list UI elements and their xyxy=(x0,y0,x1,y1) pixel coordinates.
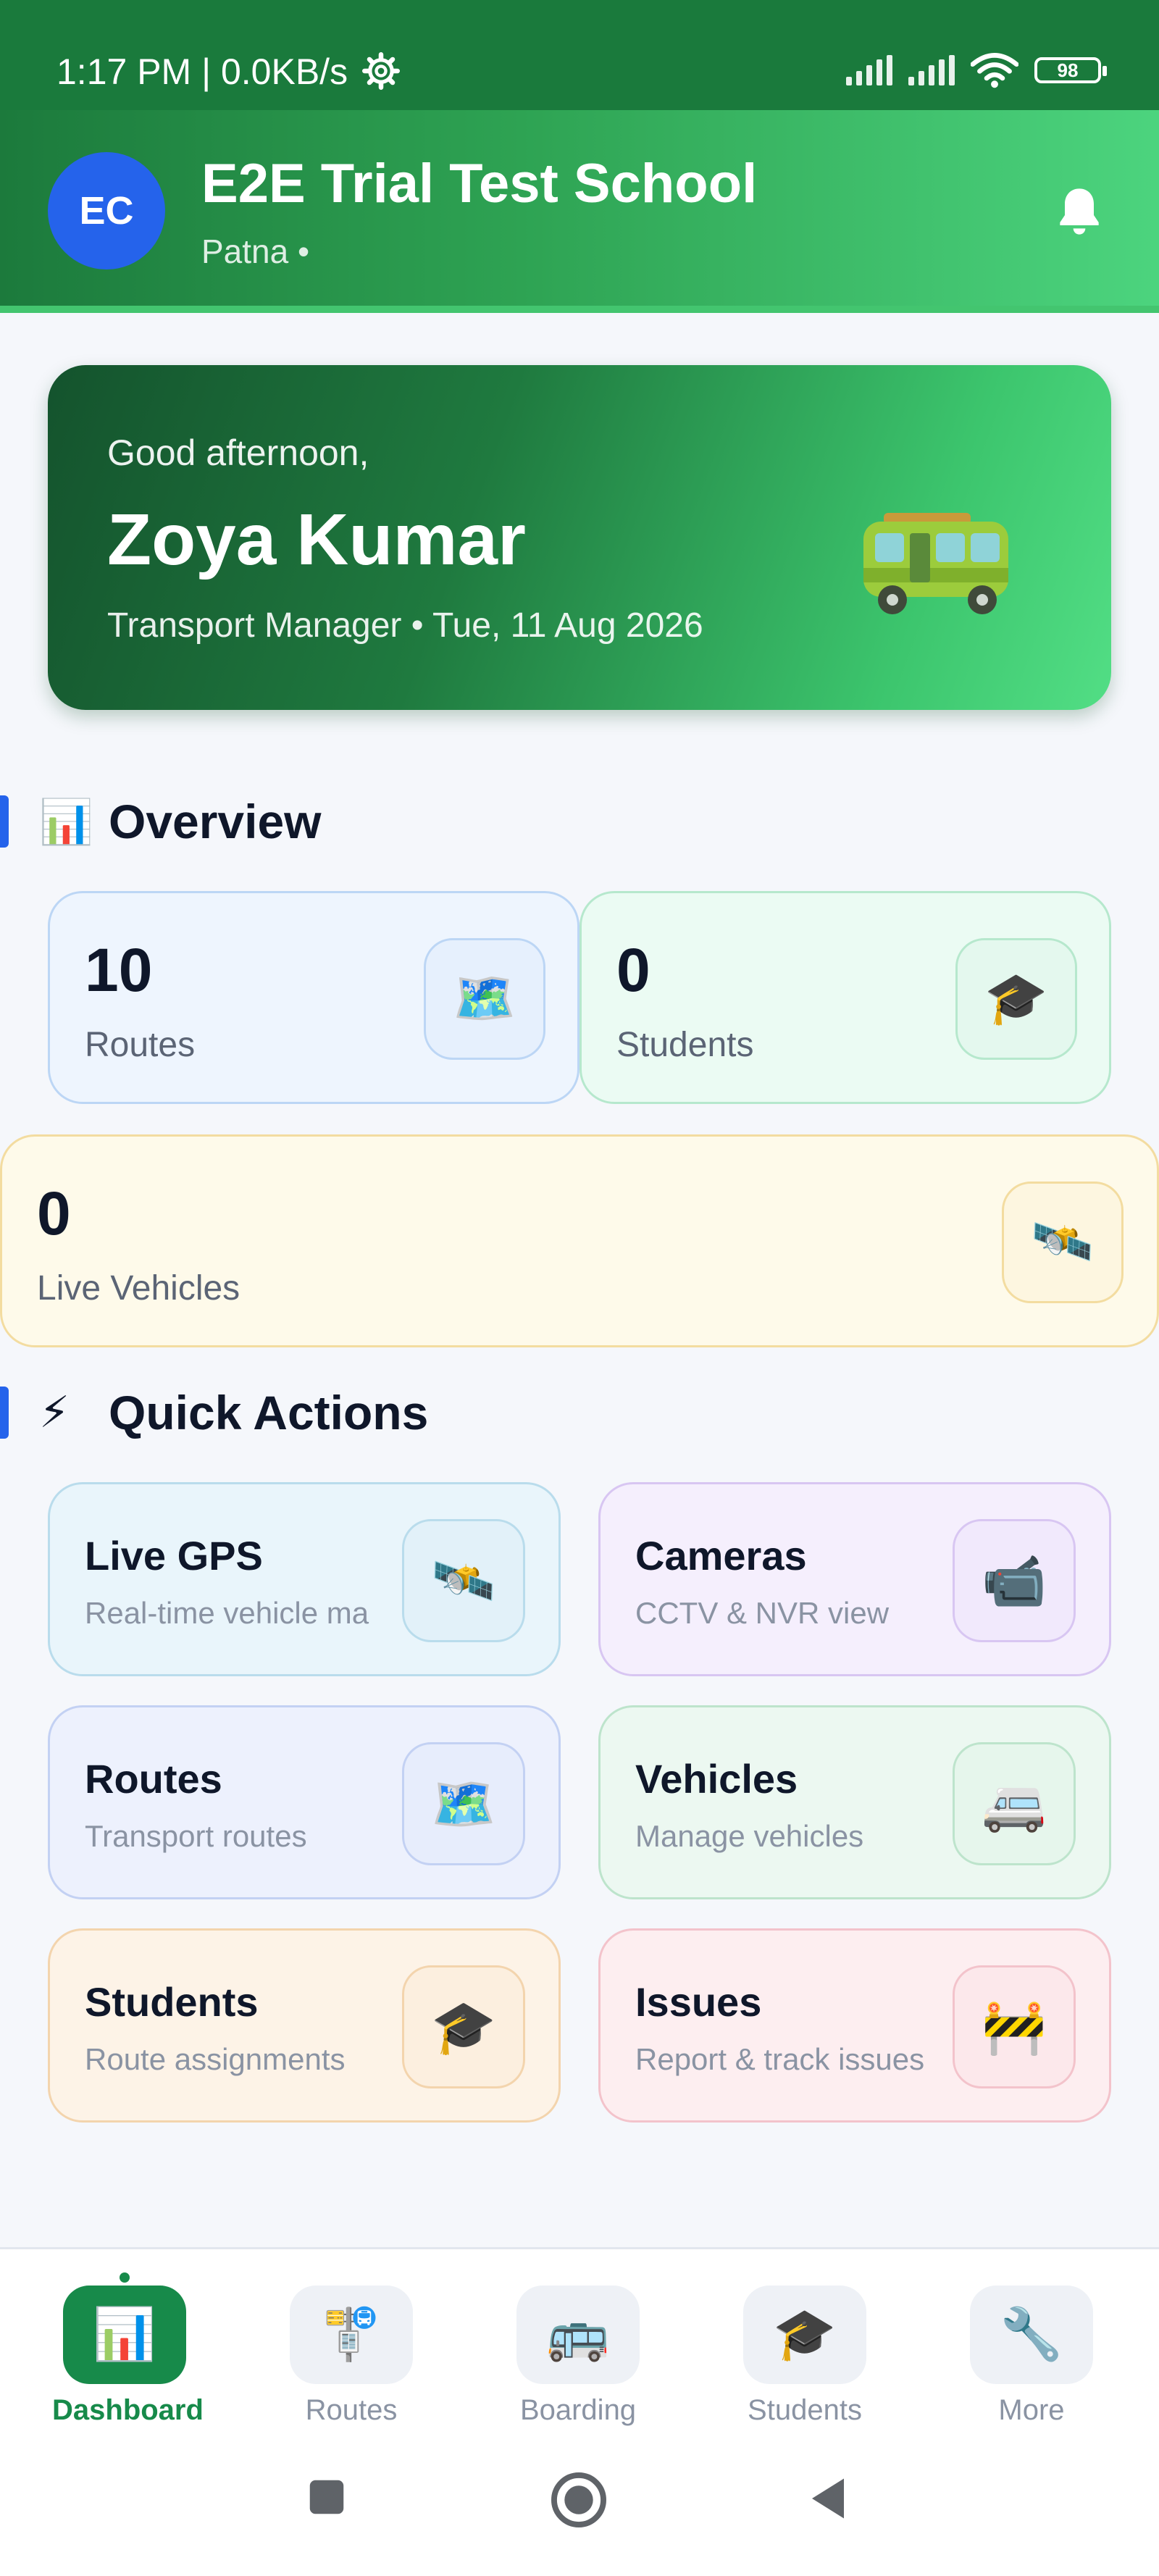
wifi-icon xyxy=(971,53,1018,88)
settings-gear-icon xyxy=(361,52,400,90)
action-title: Issues xyxy=(635,1979,762,2025)
school-name: E2E Trial Test School xyxy=(201,153,758,214)
bus-stop-icon: 🚏 xyxy=(290,2286,413,2384)
action-subtitle: Report & track issues xyxy=(635,2042,925,2076)
nav-item-boarding[interactable]: 🚌 Boarding xyxy=(506,2286,650,2427)
action-students[interactable]: Students Route assignments 🎓 xyxy=(48,1928,561,2123)
nav-label: Boarding xyxy=(519,2394,637,2426)
action-subtitle: CCTV & NVR view xyxy=(635,1596,890,1630)
greeting-card: Good afternoon, Zoya Kumar Transport Man… xyxy=(48,365,1111,710)
stat-label: Routes xyxy=(85,1026,196,1064)
nav-item-students[interactable]: 🎓 Students xyxy=(732,2286,877,2427)
app-header: EC E2E Trial Test School Patna • xyxy=(0,110,1159,313)
stat-card-students[interactable]: 0 Students 🎓 xyxy=(580,891,1111,1104)
stat-card-live-vehicles[interactable]: 0 Live Vehicles 🛰️ xyxy=(0,1134,1159,1347)
construction-barrier-icon: 🚧 xyxy=(953,1965,1076,2088)
quick-actions-section-header: ⚡ Quick Actions xyxy=(0,1384,428,1442)
minibus-icon: 🚐 xyxy=(953,1742,1076,1865)
status-time-text: 1:17 PM | 0.0KB/s xyxy=(57,51,348,92)
overview-section-header: 📊 Overview xyxy=(0,793,322,850)
action-title: Students xyxy=(85,1979,259,2025)
notification-bell-icon[interactable] xyxy=(1050,183,1108,241)
satellite-icon: 🛰️ xyxy=(1002,1182,1124,1303)
action-subtitle: Manage vehicles xyxy=(635,1819,864,1853)
action-title: Cameras xyxy=(635,1533,807,1578)
action-title: Vehicles xyxy=(635,1756,798,1802)
bottom-navigation: 📊 Dashboard 🚏 Routes 🚌 Boarding 🎓 Studen… xyxy=(0,2247,1159,2430)
signal-icon xyxy=(846,55,892,85)
action-routes[interactable]: Routes Transport routes 🗺️ xyxy=(48,1705,561,1899)
stat-value: 0 xyxy=(37,1179,71,1247)
action-vehicles[interactable]: Vehicles Manage vehicles 🚐 xyxy=(598,1705,1111,1899)
stat-label: Live Vehicles xyxy=(37,1269,240,1308)
nav-label: Routes xyxy=(305,2394,398,2426)
action-live-gps[interactable]: Live GPS Real-time vehicle ma 🛰️ xyxy=(48,1482,561,1676)
map-icon: 🗺️ xyxy=(424,938,545,1060)
stat-value: 10 xyxy=(85,936,153,1004)
stat-card-routes[interactable]: 10 Routes 🗺️ xyxy=(48,891,580,1104)
graduation-cap-icon: 🎓 xyxy=(955,938,1077,1060)
nav-label: Dashboard xyxy=(52,2394,204,2426)
stat-label: Students xyxy=(616,1026,754,1064)
home-circle-icon[interactable] xyxy=(548,2469,610,2531)
school-city: Patna • xyxy=(201,233,310,270)
satellite-icon: 🛰️ xyxy=(402,1519,525,1642)
nav-item-dashboard[interactable]: 📊 Dashboard xyxy=(52,2286,204,2427)
status-time: 1:17 PM | 0.0KB/s xyxy=(57,51,400,93)
system-navigation-bar xyxy=(0,2428,1159,2576)
active-indicator-dot xyxy=(120,2272,130,2283)
school-avatar[interactable]: EC xyxy=(48,152,165,269)
status-bar: 1:17 PM | 0.0KB/s 98 xyxy=(0,0,1159,110)
overview-title: Overview xyxy=(109,795,322,848)
greeting-text: Good afternoon, xyxy=(107,432,369,473)
dashboard-icon: 📊 xyxy=(63,2286,186,2384)
nav-item-routes[interactable]: 🚏 Routes xyxy=(279,2286,424,2427)
map-icon: 🗺️ xyxy=(402,1742,525,1865)
lightning-icon: ⚡ xyxy=(39,1388,70,1437)
action-subtitle: Transport routes xyxy=(85,1819,307,1853)
bus-icon: 🚌 xyxy=(516,2286,640,2384)
nav-label: Students xyxy=(748,2394,862,2426)
wrench-icon: 🔧 xyxy=(970,2286,1093,2384)
battery-icon: 98 xyxy=(1034,57,1107,83)
action-cameras[interactable]: Cameras CCTV & NVR view 📹 xyxy=(598,1482,1111,1676)
graduation-cap-icon: 🎓 xyxy=(402,1965,525,2088)
section-accent-bar xyxy=(0,795,9,848)
bar-chart-icon: 📊 xyxy=(39,797,93,846)
user-role-date: Transport Manager • Tue, 11 Aug 2026 xyxy=(107,606,703,645)
status-indicators: 98 xyxy=(846,52,1107,88)
bus-icon xyxy=(863,513,1008,614)
user-name: Zoya Kumar xyxy=(107,499,526,580)
action-subtitle: Route assignments xyxy=(85,2042,346,2076)
signal-icon xyxy=(908,55,955,85)
battery-level: 98 xyxy=(1057,59,1079,81)
action-issues[interactable]: Issues Report & track issues 🚧 xyxy=(598,1928,1111,2123)
video-camera-icon: 📹 xyxy=(953,1519,1076,1642)
section-accent-bar xyxy=(0,1387,9,1439)
recents-square-icon[interactable] xyxy=(304,2475,349,2519)
action-title: Routes xyxy=(85,1756,222,1802)
nav-label: More xyxy=(998,2394,1065,2426)
back-triangle-icon[interactable] xyxy=(804,2473,852,2524)
stat-value: 0 xyxy=(616,936,650,1004)
quick-actions-title: Quick Actions xyxy=(109,1386,429,1439)
graduation-cap-icon: 🎓 xyxy=(743,2286,866,2384)
action-subtitle: Real-time vehicle ma xyxy=(85,1596,369,1630)
action-title: Live GPS xyxy=(85,1533,263,1578)
nav-item-more[interactable]: 🔧 More xyxy=(959,2286,1104,2427)
